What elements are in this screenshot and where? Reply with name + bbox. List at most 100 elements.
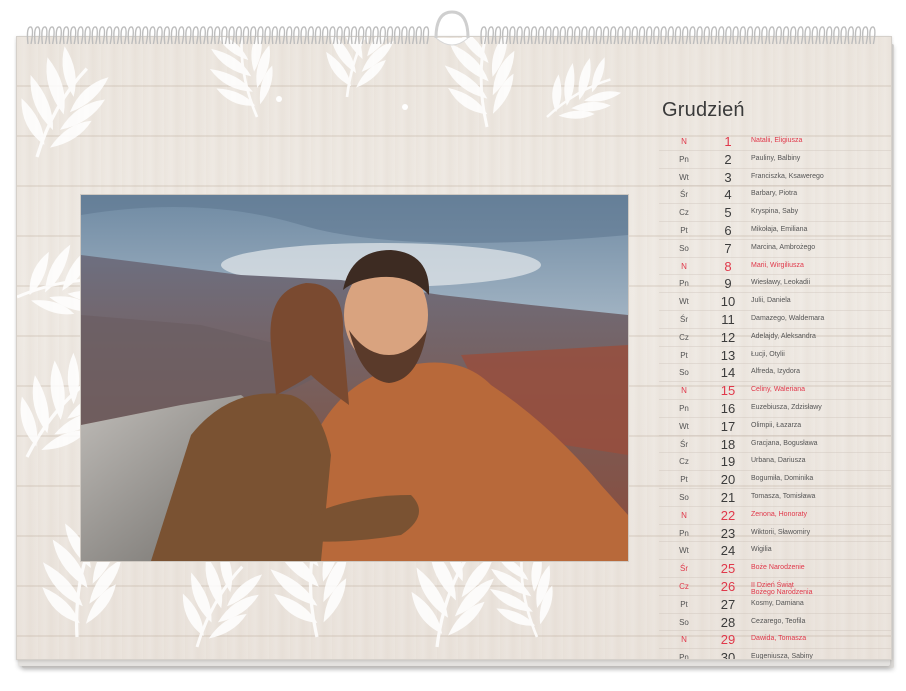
nameday-label: Gracjana, Bogusława <box>751 439 818 447</box>
spiral-ring <box>271 26 278 45</box>
weekday-label: Śr <box>680 439 688 449</box>
spiral-ring <box>77 26 84 45</box>
day-number: 29 <box>720 632 736 648</box>
spiral-ring <box>293 26 300 45</box>
day-number: 9 <box>724 276 732 292</box>
day-number: 14 <box>720 365 736 381</box>
day-row: N 1 Natalii, Eligiusza <box>659 133 891 151</box>
day-number: 13 <box>720 347 736 363</box>
nameday-label: Pauliny, Balbiny <box>751 154 801 162</box>
day-number: 20 <box>720 472 736 488</box>
spiral-ring <box>609 26 617 45</box>
spiral-ring <box>26 26 34 45</box>
spiral-ring <box>41 26 48 45</box>
day-number: 10 <box>720 294 736 310</box>
day-row: Pt 13 Łucji, Otylii <box>659 347 891 365</box>
weekday-label: Pt <box>680 225 688 235</box>
day-row: Pt 20 Bogumiła, Dominika <box>659 471 891 489</box>
spiral-ring <box>710 26 718 45</box>
day-number: 19 <box>720 454 736 470</box>
spiral-ring <box>257 26 264 45</box>
day-row: N 15 Celiny, Waleriana <box>659 382 891 400</box>
day-row: Pn 16 Euzebiusza, Zdzisławy <box>659 400 891 418</box>
weekday-label: Śr <box>680 564 688 574</box>
nameday-label: Zenona, Honoraty <box>751 510 808 518</box>
spiral-ring <box>566 26 574 45</box>
spiral-ring <box>631 26 638 45</box>
weekday-label: Śr <box>680 190 688 200</box>
weekday-label: So <box>679 617 689 627</box>
spiral-ring <box>811 26 818 45</box>
spiral-ring <box>249 26 257 45</box>
spiral-ring <box>163 26 170 45</box>
spiral-ring <box>588 26 595 45</box>
spiral-ring <box>818 26 826 45</box>
weekday-label: Wt <box>679 172 689 182</box>
spiral-ring <box>761 26 768 45</box>
spiral-ring <box>213 26 221 45</box>
spiral-ring <box>509 26 516 45</box>
weekday-label: Cz <box>679 332 689 342</box>
day-number: 17 <box>720 418 736 434</box>
spiral-ring <box>379 26 386 45</box>
days-list: N 1 Natalii, Eligiusza Pn 2 Pauliny, Balbiny W… <box>659 133 891 660</box>
spiral-ring <box>321 26 329 45</box>
spiral-ring <box>55 26 62 45</box>
day-row: Śr 25 Boże Narodzenie <box>659 560 891 578</box>
day-number: 27 <box>720 596 736 612</box>
spiral-ring <box>825 26 833 45</box>
spiral-ring <box>386 26 394 45</box>
spiral-ring <box>422 26 430 45</box>
spiral-ring <box>768 26 775 45</box>
spiral-ring <box>602 26 610 45</box>
spiral-ring <box>285 26 293 45</box>
spiral-ring <box>278 26 286 45</box>
spiral-ring <box>775 26 782 45</box>
nameday-label: Eugeniusza, Sabiny <box>751 653 813 660</box>
spiral-ring <box>501 26 509 45</box>
weekday-label: N <box>681 386 687 396</box>
day-row: Wt 17 Olimpii, Łazarza <box>659 418 891 436</box>
weekday-label: Pn <box>679 154 689 164</box>
month-title: Grudzień <box>662 99 745 121</box>
spiral-ring <box>617 26 624 45</box>
spiral-ring <box>523 26 530 45</box>
day-row: Wt 10 Julii, Daniela <box>659 293 891 311</box>
day-row: Cz 5 Kryspina, Saby <box>659 204 891 222</box>
day-row: Śr 11 Damazego, Waldemara <box>659 311 891 329</box>
calendar-photo <box>80 194 629 562</box>
spiral-ring <box>314 26 322 45</box>
spiral-ring <box>624 26 631 45</box>
nameday-label: Łucji, Otylii <box>751 350 785 358</box>
day-number: 18 <box>720 436 736 452</box>
spiral-ring <box>681 26 689 45</box>
weekday-label: Cz <box>679 581 689 591</box>
spiral-ring <box>869 26 876 45</box>
spiral-ring <box>717 26 725 45</box>
spiral-ring <box>156 26 163 45</box>
weekday-label: Wt <box>679 421 689 431</box>
spiral-ring <box>703 26 710 45</box>
day-number: 7 <box>724 240 732 256</box>
spiral-ring <box>48 26 55 45</box>
spiral-ring <box>530 26 538 45</box>
spiral-ring <box>840 26 847 45</box>
spiral-ring <box>336 26 343 45</box>
spiral-ring <box>789 26 797 45</box>
spiral-ring <box>674 26 682 45</box>
day-number: 2 <box>724 151 732 167</box>
spiral-ring <box>33 26 41 45</box>
weekday-label: N <box>681 137 687 146</box>
weekday-label: So <box>679 492 689 502</box>
spiral-ring <box>480 26 487 45</box>
weekday-label: Śr <box>680 314 688 324</box>
weekday-label: Cz <box>679 208 689 218</box>
day-number: 30 <box>720 650 736 660</box>
spiral-ring <box>739 26 746 45</box>
weekday-label: Pn <box>679 653 689 660</box>
nameday-label: Barbary, Piotra <box>751 190 798 198</box>
nameday-label: Wigilia <box>751 546 772 554</box>
spiral-ring <box>127 26 134 45</box>
day-row: Wt 24 Wigilia <box>659 542 891 561</box>
spiral-ring <box>573 26 581 45</box>
